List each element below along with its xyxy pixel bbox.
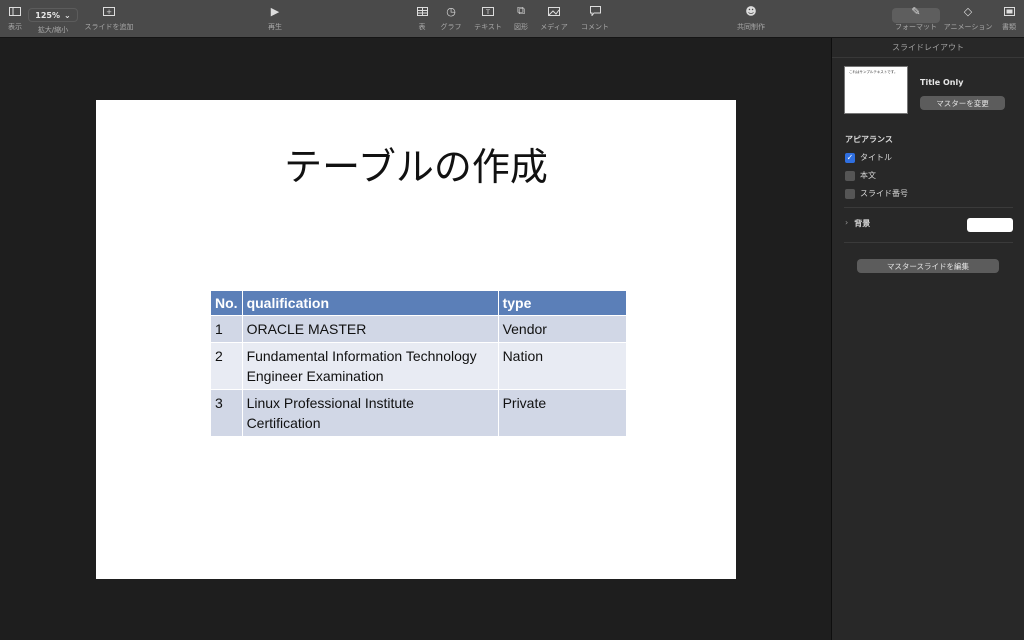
divider xyxy=(844,207,1013,208)
svg-text:T: T xyxy=(485,8,490,16)
title-checkbox[interactable]: ✓ xyxy=(845,152,855,163)
cell-no[interactable]: 3 xyxy=(211,388,243,436)
text-button[interactable]: T テキスト xyxy=(472,0,504,38)
comment-button[interactable]: コメント xyxy=(578,0,612,38)
cell-no[interactable]: 2 xyxy=(211,341,243,389)
divider xyxy=(844,242,1013,243)
checkbox-label: 本文 xyxy=(860,171,876,180)
background-label: 背景 xyxy=(854,219,871,228)
text-icon: T xyxy=(482,0,494,22)
chevron-down-icon: ⌄ xyxy=(64,10,71,20)
format-brush-icon: ✎ xyxy=(911,4,921,18)
animate-icon: ◇ xyxy=(963,4,973,18)
checkbox-label: タイトル xyxy=(860,153,892,162)
chart-icon: ◷ xyxy=(446,4,456,18)
slide-number-checkbox-row[interactable]: スライド番号 xyxy=(845,188,908,199)
cell-type[interactable]: Nation xyxy=(498,341,628,389)
checkbox-label: スライド番号 xyxy=(860,189,908,198)
table-header-row: No. qualification type xyxy=(211,291,628,315)
qualification-table[interactable]: No. qualification type 1 ORACLE MASTER V… xyxy=(211,291,628,436)
add-slide-icon: + xyxy=(103,0,115,22)
header-qualification[interactable]: qualification xyxy=(242,291,499,315)
cell-qualification[interactable]: ORACLE MASTER xyxy=(242,314,499,342)
slide[interactable]: テーブルの作成 No. qualification type 1 ORACLE … xyxy=(96,100,736,579)
add-slide-button[interactable]: + スライドを追加 xyxy=(82,0,136,38)
sidebar-icon xyxy=(9,0,21,22)
collaborate-icon: ☻ xyxy=(745,4,757,18)
edit-master-slide-button[interactable]: マスタースライドを編集 xyxy=(857,259,999,273)
panel-header: スライドレイアウト xyxy=(832,38,1024,58)
body-checkbox[interactable] xyxy=(845,170,855,181)
document-icon xyxy=(1003,0,1015,22)
zoom-control[interactable]: 125% ⌄ 拡大/縮小 xyxy=(28,0,78,38)
toolbar: 表示 125% ⌄ 拡大/縮小 + スライドを追加 ▶ 再生 表 ◷ グラフ T … xyxy=(0,0,1024,38)
change-master-button[interactable]: マスターを変更 xyxy=(920,96,1005,110)
table-icon xyxy=(416,0,428,22)
comment-icon xyxy=(589,0,601,22)
format-panel: スライドレイアウト これはサンプルテキストです。 Title Only マスター… xyxy=(831,38,1024,640)
slide-title[interactable]: テーブルの作成 xyxy=(96,136,736,191)
play-button[interactable]: ▶ 再生 xyxy=(264,0,286,38)
media-icon xyxy=(548,0,560,22)
chart-button[interactable]: ◷ グラフ xyxy=(438,0,464,38)
master-thumbnail[interactable]: これはサンプルテキストです。 xyxy=(844,66,908,114)
background-color-well[interactable] xyxy=(967,218,1013,232)
thumbnail-text: これはサンプルテキストです。 xyxy=(849,70,898,74)
cell-type[interactable]: Private xyxy=(498,388,628,436)
collaborate-button[interactable]: ☻ 共同制作 xyxy=(733,0,769,38)
media-button[interactable]: メディア xyxy=(538,0,570,38)
cell-no[interactable]: 1 xyxy=(211,314,243,342)
table-button[interactable]: 表 xyxy=(412,0,432,38)
table-row: 1 ORACLE MASTER Vendor xyxy=(211,314,628,342)
chevron-right-icon: › xyxy=(845,218,849,227)
shape-icon: ⧉ xyxy=(517,4,525,17)
table-row: 2 Fundamental Information Technology Eng… xyxy=(211,341,628,389)
view-button[interactable]: 表示 xyxy=(4,0,26,38)
zoom-value: 125% xyxy=(35,10,61,20)
svg-text:+: + xyxy=(106,8,112,16)
document-button[interactable]: 書類 xyxy=(998,0,1020,38)
slide-canvas[interactable]: テーブルの作成 No. qualification type 1 ORACLE … xyxy=(0,38,831,640)
title-checkbox-row[interactable]: ✓ タイトル xyxy=(845,152,892,163)
body-checkbox-row[interactable]: 本文 xyxy=(845,170,876,181)
header-no[interactable]: No. xyxy=(211,291,243,315)
play-icon: ▶ xyxy=(270,4,280,18)
slide-number-checkbox[interactable] xyxy=(845,188,855,199)
cell-qualification[interactable]: Linux Professional Institute Certificati… xyxy=(242,388,499,436)
animate-button[interactable]: ◇ アニメーション xyxy=(942,0,994,38)
background-disclosure[interactable]: › 背景 xyxy=(845,218,870,229)
cell-qualification[interactable]: Fundamental Information Technology Engin… xyxy=(242,341,499,389)
shape-button[interactable]: ⧉ 図形 xyxy=(510,0,532,38)
cell-type[interactable]: Vendor xyxy=(498,314,628,342)
layout-name: Title Only xyxy=(920,78,964,87)
format-button[interactable]: ✎ フォーマット xyxy=(892,0,940,38)
header-type[interactable]: type xyxy=(498,291,628,315)
appearance-title: アピアランス xyxy=(845,135,893,144)
table-row: 3 Linux Professional Institute Certifica… xyxy=(211,388,628,436)
